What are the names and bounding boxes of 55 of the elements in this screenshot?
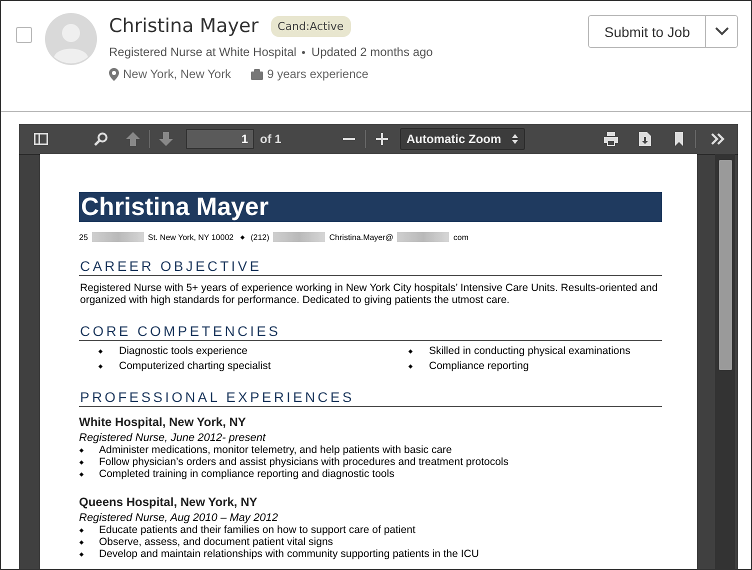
duty-text: Completed training in compliance reporting and diagnostic tools xyxy=(99,468,394,480)
contact-text: 25 xyxy=(79,232,88,242)
role-text: Registered Nurse, Aug 2010 – May 2012 xyxy=(79,512,279,524)
redaction-bar xyxy=(273,232,326,242)
bullet-icon xyxy=(98,364,103,368)
experience-text: 9 years experience xyxy=(267,67,368,81)
bullet-icon xyxy=(79,448,84,452)
competency-text: Compliance reporting xyxy=(429,360,529,372)
briefcase-icon xyxy=(251,68,264,80)
employer-text: White Hospital, New York, NY xyxy=(79,415,247,429)
duty-text: Observe, assess, and document patient vital signs xyxy=(99,536,334,548)
contact-text: com xyxy=(453,232,469,242)
bullet-icon xyxy=(408,364,413,368)
bullet-icon xyxy=(98,348,103,354)
contact-text: St. New York, NY 10002 xyxy=(148,232,234,242)
updated-text: Updated 2 months ago xyxy=(311,45,433,59)
select-checkbox[interactable] xyxy=(16,27,32,43)
dot-separator-icon xyxy=(302,50,306,54)
zoom-select[interactable]: Automatic Zoom xyxy=(400,128,525,150)
competency-text: Computerized charting specialist xyxy=(119,360,271,372)
competency-text: Diagnostic tools experience xyxy=(119,345,248,357)
duty-text: Follow physician’s orders and assist physicians with procedures and treatment protocols xyxy=(99,456,509,468)
bullet-icon xyxy=(408,348,413,354)
section-heading: PROFESSIONAL EXPERIENCES xyxy=(79,389,662,407)
status-badge: Cand:Active xyxy=(270,16,351,36)
role-text: Registered Nurse, June 2012- present xyxy=(79,432,267,444)
contact-text: Christina.Mayer@ xyxy=(329,232,394,242)
duty-text: Develop and maintain relationships with community supporting patients in the ICU xyxy=(99,548,479,560)
duty-text: Educate patients and their families on how to support care of patient xyxy=(99,524,416,536)
bullet-icon xyxy=(79,472,84,476)
bullet-icon xyxy=(240,234,244,240)
contact-text: (212) xyxy=(250,232,270,242)
bullet-icon xyxy=(79,552,84,556)
page-number-field[interactable]: 1 xyxy=(186,129,254,149)
employer-text: Queens Hospital, New York, NY xyxy=(79,495,258,509)
page-count-text: of 1 xyxy=(260,132,282,146)
bullet-icon xyxy=(79,540,84,544)
section-heading: CAREER OBJECTIVE xyxy=(79,258,662,276)
resume-name: Christina Mayer xyxy=(79,192,662,222)
competency-text: Skilled in conducting physical examinations xyxy=(429,345,630,357)
chevron-down-icon xyxy=(714,27,728,36)
bullet-icon xyxy=(79,460,84,464)
headline-text: Registered Nurse at White Hospital xyxy=(109,45,296,59)
location-pin-icon xyxy=(109,68,119,80)
select-arrows-icon xyxy=(512,134,518,144)
scrollbar-thumb[interactable] xyxy=(718,160,732,370)
objective-text: Registered Nurse with 5+ years of experience working in New York City hospitals’ Intensive Care Units. Results-oriented and organized with high standards for performance. Dedicated to giving patients the utmost care. xyxy=(80,282,659,306)
location-text: New York, New York xyxy=(123,67,232,81)
avatar-icon xyxy=(45,13,97,65)
redaction-bar xyxy=(397,232,450,242)
redaction-bar xyxy=(92,232,144,242)
bullet-icon xyxy=(79,528,84,532)
candidate-name: Christina Mayer xyxy=(109,15,259,37)
section-heading: CORE COMPETENCIES xyxy=(79,323,662,341)
duty-text: Administer medications, monitor telemetry, and help patients with basic care xyxy=(99,444,452,456)
